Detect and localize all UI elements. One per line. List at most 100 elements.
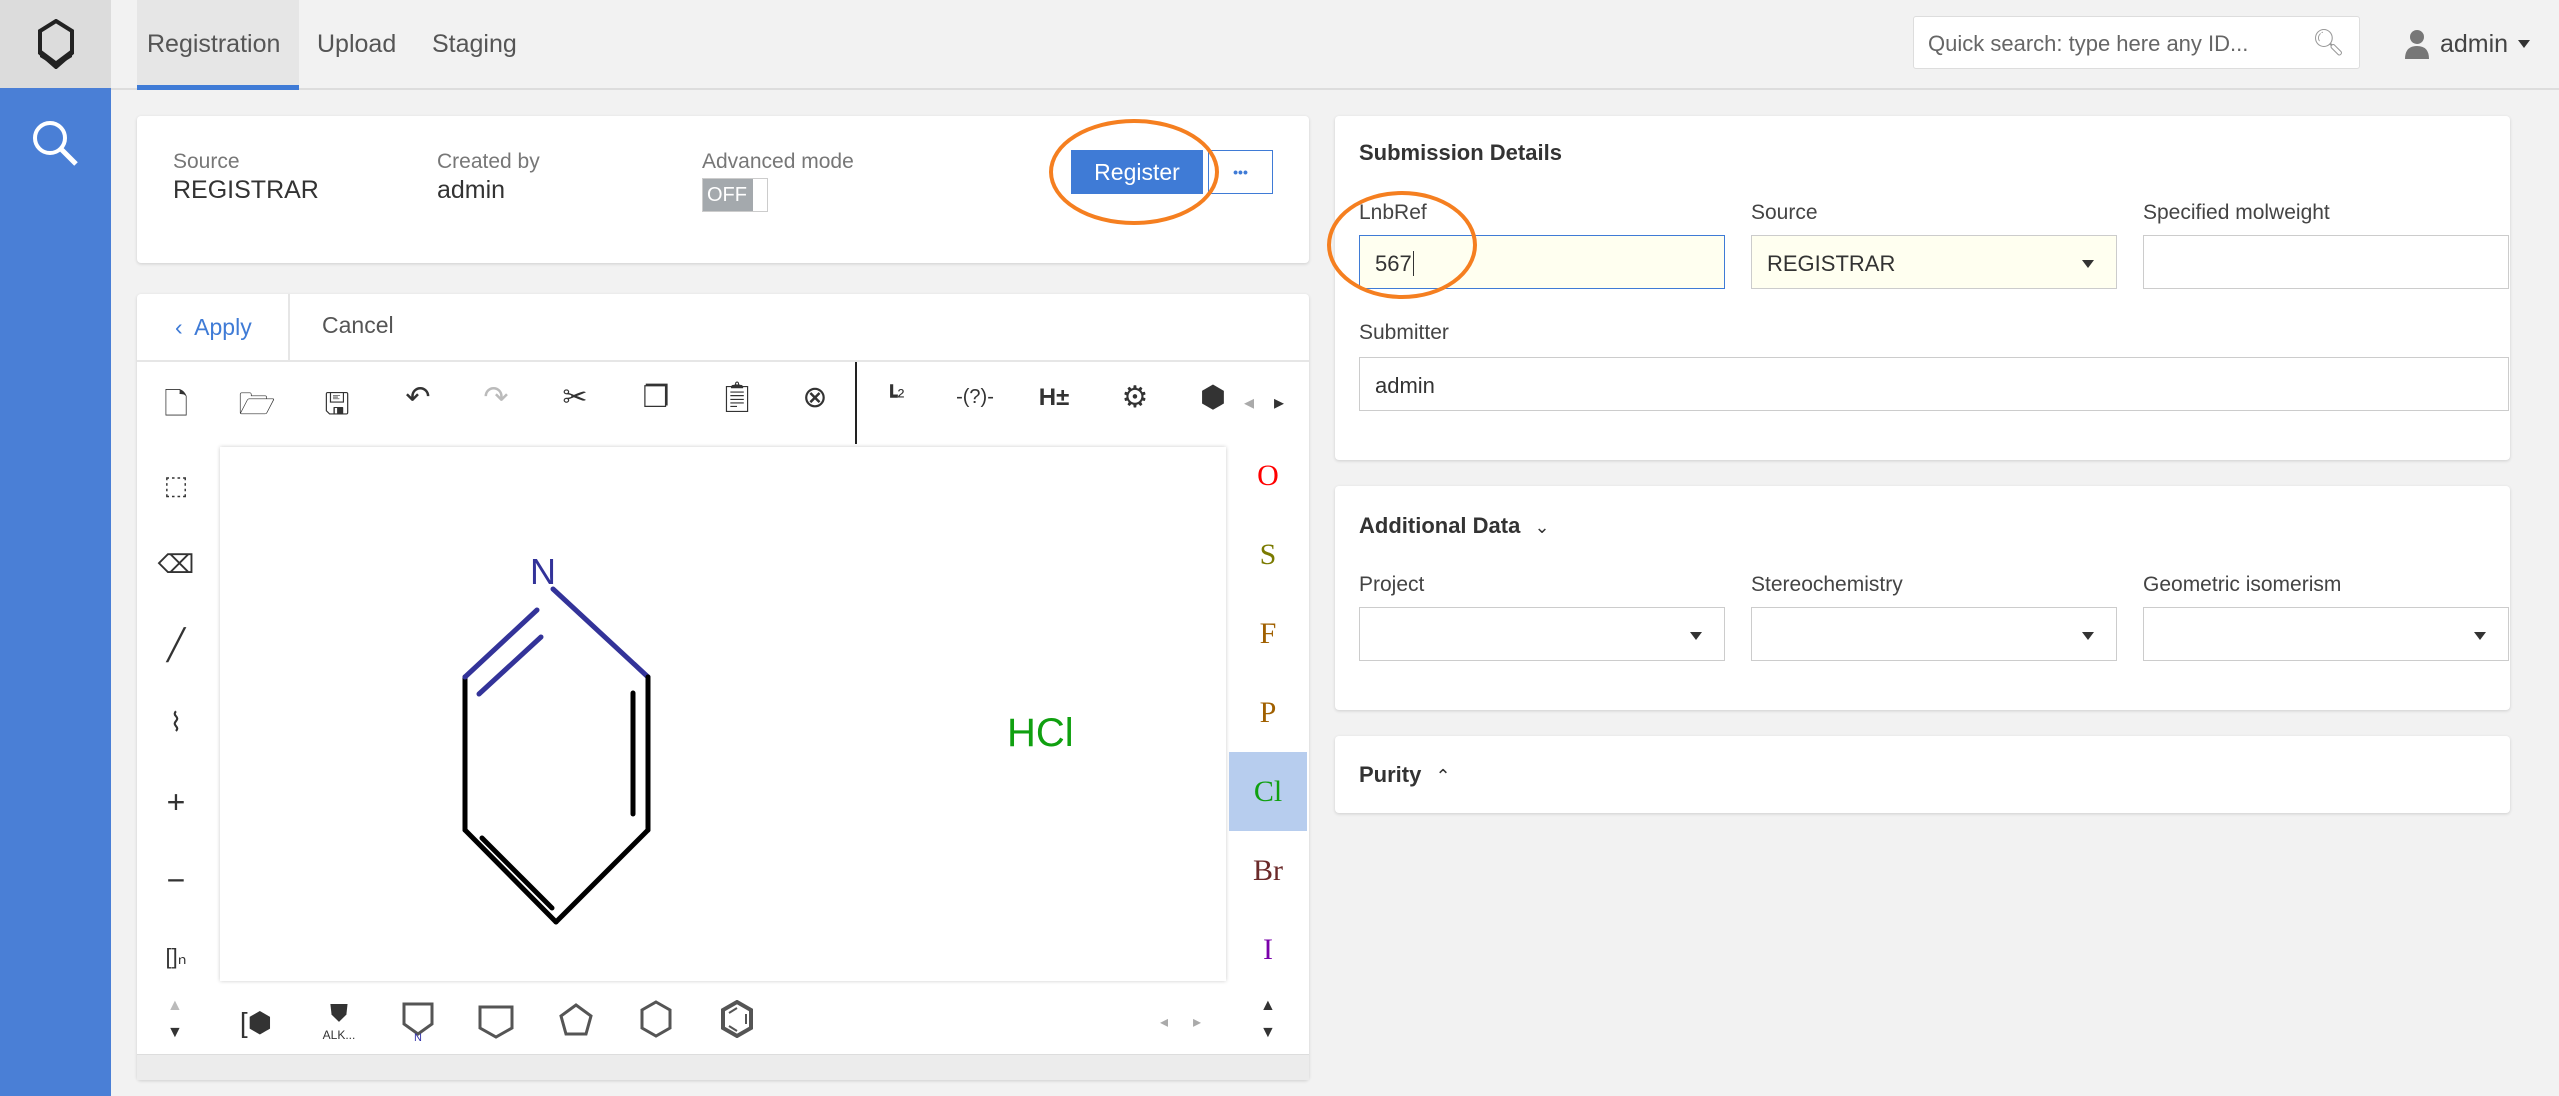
clean-2d-icon[interactable]: ┗² <box>875 384 915 409</box>
submission-details-card: Submission Details LnbRef 567​ Source RE… <box>1335 116 2510 460</box>
save-icon[interactable]: 🖫︎ <box>317 382 357 433</box>
source-label: Source <box>173 150 240 173</box>
alkyl-label: ALK... <box>322 1028 356 1042</box>
copy-icon[interactable]: ❐ <box>636 380 676 415</box>
element-palette: O S F P Cl Br I <box>1229 436 1307 989</box>
new-file-icon[interactable]: 🗋︎ <box>156 382 196 433</box>
search-icon[interactable]: 🔍︎ <box>2312 27 2345 58</box>
chevron-right-icon[interactable]: ▸ <box>1193 1012 1201 1032</box>
query-atom-icon[interactable]: -(?)- <box>955 386 995 409</box>
alkyl-template-button[interactable]: ⛊ ALK... <box>317 1000 361 1042</box>
sidebar <box>0 88 111 1096</box>
element-i[interactable]: I <box>1229 910 1307 989</box>
created-by-label: Created by <box>437 150 540 173</box>
shield-icon: ⛊ <box>330 1000 348 1027</box>
geometric-isomerism-select[interactable] <box>2143 607 2509 661</box>
highlight-annotation <box>1327 191 1477 299</box>
scroll-down-icon[interactable]: ▼ <box>167 1024 183 1042</box>
scroll-down-icon[interactable]: ▼ <box>1260 1024 1276 1042</box>
cut-icon[interactable]: ✂︎ <box>555 380 595 415</box>
element-f[interactable]: F <box>1229 594 1307 673</box>
element-cl[interactable]: Cl <box>1229 752 1307 831</box>
zoom-reset-icon[interactable]: ⊗ <box>795 380 835 415</box>
chevron-down-icon <box>2474 632 2486 640</box>
source-value: REGISTRAR <box>1767 251 1896 276</box>
atom-label[interactable]: N <box>530 551 556 593</box>
cyclobutane-icon[interactable] <box>477 1004 515 1040</box>
source-label: Source <box>1751 201 1818 224</box>
pyrrolidine-icon[interactable]: N <box>400 1002 436 1042</box>
cancel-button[interactable]: Cancel <box>322 312 394 339</box>
cyclohexane-icon[interactable] <box>639 1000 673 1038</box>
additional-data-toggle[interactable]: Additional Data ⌄ <box>1359 513 1550 539</box>
element-s[interactable]: S <box>1229 515 1307 594</box>
tab-upload[interactable]: Upload <box>305 0 408 88</box>
undo-icon[interactable]: ↶ <box>398 380 438 415</box>
drawing-canvas[interactable]: N HCl <box>220 447 1226 981</box>
template-library-icon[interactable]: [⬢ <box>236 1006 276 1039</box>
cyclopentane-icon[interactable] <box>558 1002 594 1038</box>
apply-button[interactable]: ‹ Apply <box>175 314 252 341</box>
paste-icon[interactable]: 📋︎ <box>717 380 757 415</box>
open-folder-icon[interactable]: 🗁︎ <box>237 382 277 433</box>
chevron-right-icon[interactable]: ▸ <box>1274 390 1284 415</box>
highlight-annotation <box>1049 119 1219 225</box>
purity-card: Purity ⌃ <box>1335 736 2510 813</box>
hydrogens-icon[interactable]: H± <box>1034 384 1074 412</box>
chain-icon[interactable]: ⌇ <box>156 707 196 738</box>
charge-minus-icon[interactable]: − <box>156 862 196 899</box>
redo-icon[interactable]: ↷ <box>476 380 516 415</box>
charge-plus-icon[interactable]: + <box>156 784 196 821</box>
user-name: admin <box>2440 29 2509 58</box>
chevron-down-icon <box>2082 260 2094 268</box>
tab-staging[interactable]: Staging <box>420 0 529 88</box>
single-bond-icon[interactable]: ╱ <box>156 628 196 663</box>
logo-icon <box>37 19 74 69</box>
chevron-down-icon: ⌄ <box>1534 517 1550 537</box>
additional-data-card: Additional Data ⌄ Project Stereochemistr… <box>1335 486 2510 710</box>
user-menu[interactable]: admin <box>2404 26 2531 62</box>
toggle-state: OFF <box>703 179 753 211</box>
info-icon[interactable]: ⬢ <box>1193 380 1233 415</box>
app-logo[interactable] <box>0 0 111 88</box>
chevron-down-icon <box>2082 632 2094 640</box>
geometric-isomerism-label: Geometric isomerism <box>2143 573 2342 596</box>
editor-toolbar: 🗋︎ 🗁︎ 🖫︎ ↶ ↷ ✂︎ ❐ 📋︎ ⊗ ┗² -(?)- H± ⚙︎ ⬢ … <box>137 362 1309 444</box>
apply-label: Apply <box>194 314 252 340</box>
source-value: REGISTRAR <box>173 176 319 204</box>
element-o[interactable]: O <box>1229 436 1307 515</box>
benzene-icon[interactable] <box>720 1000 754 1038</box>
chevron-left-icon[interactable]: ◂ <box>1160 1012 1168 1032</box>
project-label: Project <box>1359 573 1425 596</box>
user-icon <box>2405 30 2429 59</box>
purity-toggle[interactable]: Purity ⌃ <box>1359 762 1451 788</box>
advanced-mode-toggle[interactable]: OFF <box>702 178 768 212</box>
element-p[interactable]: P <box>1229 673 1307 752</box>
stereochemistry-select[interactable] <box>1751 607 2117 661</box>
project-select[interactable] <box>1359 607 1725 661</box>
element-br[interactable]: Br <box>1229 831 1307 910</box>
sgroup-icon[interactable]: []ₙ <box>156 944 196 970</box>
chevron-down-icon <box>1690 632 1702 640</box>
settings-icon[interactable]: ⚙︎ <box>1115 380 1155 415</box>
search-icon[interactable] <box>30 118 80 168</box>
submitter-input[interactable]: admin <box>1359 357 2509 411</box>
scroll-up-icon[interactable]: ▲ <box>167 997 183 1015</box>
molweight-input[interactable] <box>2143 235 2509 289</box>
salt-label[interactable]: HCl <box>1007 711 1074 756</box>
divider <box>111 88 2559 90</box>
scroll-up-icon[interactable]: ▲ <box>1260 997 1276 1015</box>
tab-registration[interactable]: Registration <box>137 0 299 90</box>
resize-handle[interactable] <box>137 1054 1309 1080</box>
chevron-left-icon[interactable]: ◂ <box>1244 390 1254 415</box>
select-tool-icon[interactable]: ⬚ <box>156 470 196 501</box>
section-title: Purity <box>1359 762 1422 787</box>
divider <box>855 362 857 444</box>
submitter-label: Submitter <box>1359 321 1449 344</box>
eraser-icon[interactable]: ⌫ <box>156 549 196 580</box>
chevron-down-icon <box>2518 40 2531 48</box>
created-by-value: admin <box>437 176 506 204</box>
quick-search-input[interactable]: Quick search: type here any ID... 🔍︎ <box>1913 16 2360 69</box>
source-select[interactable]: REGISTRAR <box>1751 235 2117 289</box>
search-placeholder: Quick search: type here any ID... <box>1928 31 2249 56</box>
